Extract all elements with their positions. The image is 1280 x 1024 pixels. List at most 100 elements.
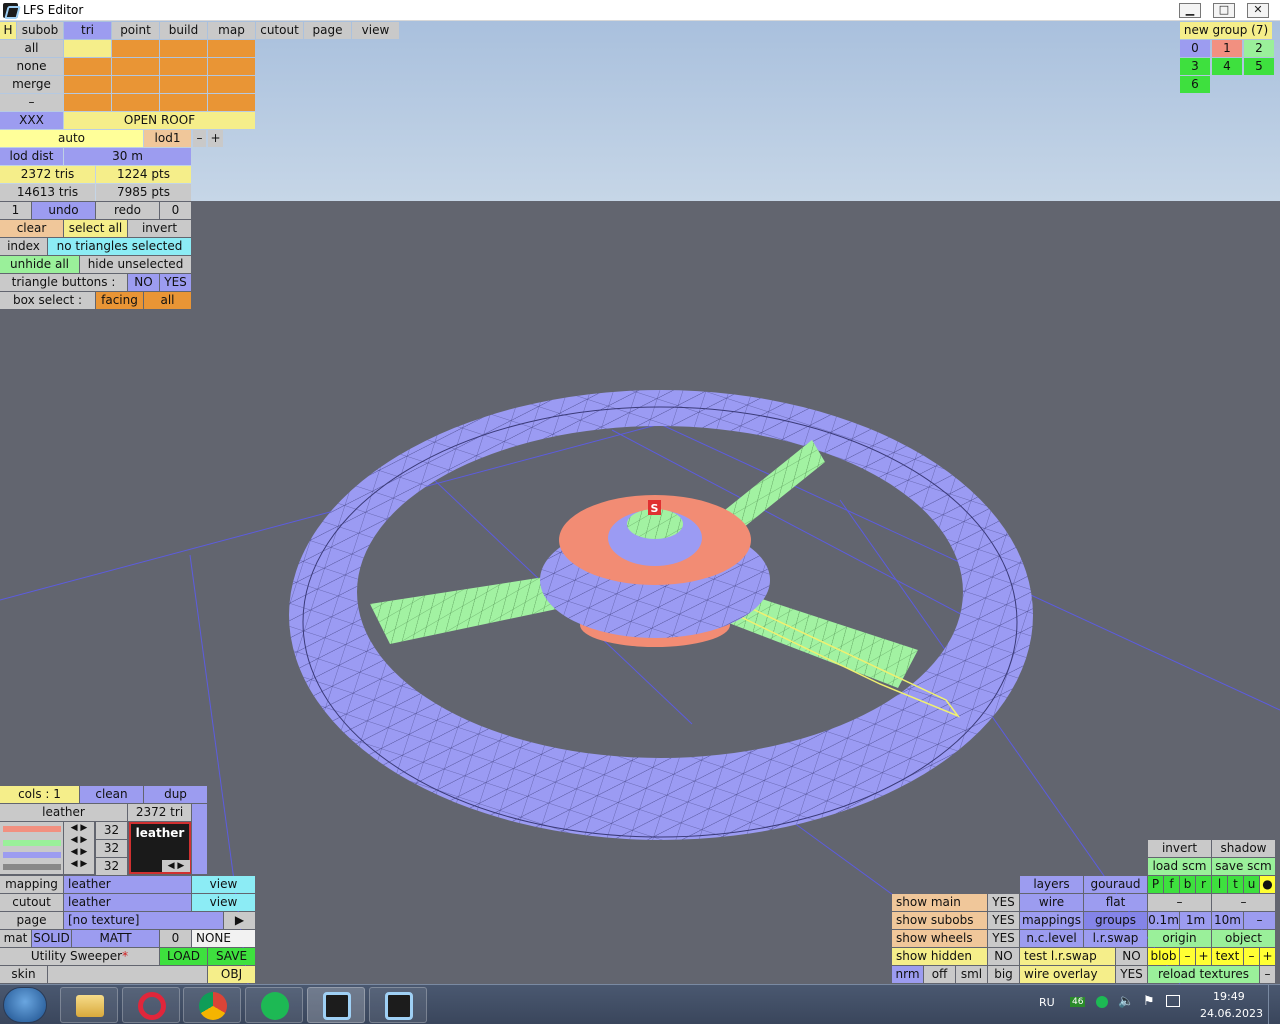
group-4[interactable]: 4 xyxy=(1212,58,1242,75)
lr-swap-button[interactable]: l.r.swap xyxy=(1084,930,1147,947)
shadow-button[interactable]: shadow xyxy=(1212,840,1275,857)
group-cell[interactable] xyxy=(112,94,159,111)
redo-button[interactable]: redo xyxy=(96,202,159,219)
group-5[interactable]: 5 xyxy=(1244,58,1274,75)
xxx-button[interactable]: XXX xyxy=(0,112,63,129)
group-0[interactable]: 0 xyxy=(1180,40,1210,57)
view-t-button[interactable]: t xyxy=(1228,876,1243,893)
clock-date[interactable]: 24.06.2023 xyxy=(1200,1007,1263,1020)
view-f-button[interactable]: f xyxy=(1164,876,1179,893)
clear-button[interactable]: clear xyxy=(0,220,63,237)
page-play-button[interactable]: ▶ xyxy=(224,912,255,929)
explorer-taskbar-icon[interactable] xyxy=(60,987,118,1023)
preview-arrows[interactable]: ◀ ▶ xyxy=(162,860,190,872)
blob-minus-button[interactable]: – xyxy=(1180,948,1195,965)
group-cell[interactable] xyxy=(64,76,111,93)
group-cell[interactable] xyxy=(160,58,207,75)
dup-button[interactable]: dup xyxy=(144,786,207,803)
save-button[interactable]: SAVE xyxy=(208,948,255,965)
mapping-value[interactable]: leather xyxy=(64,876,191,893)
volume-icon[interactable]: 🔈 xyxy=(1118,994,1134,1009)
origin-button[interactable]: origin xyxy=(1148,930,1211,947)
view-b-button[interactable]: b xyxy=(1180,876,1195,893)
show-main-toggle[interactable]: YES xyxy=(988,894,1019,911)
group-cell[interactable] xyxy=(112,76,159,93)
unhide-all-button[interactable]: unhide all xyxy=(0,256,79,273)
lfs-editor-taskbar-icon[interactable] xyxy=(369,987,427,1023)
slider-arrows[interactable]: ◀ ▶ ◀ ▶ ◀ ▶ ◀ ▶ xyxy=(64,822,94,874)
group-cell[interactable] xyxy=(64,94,111,111)
box-select-facing[interactable]: facing xyxy=(96,292,143,309)
matt-button[interactable]: MATT xyxy=(72,930,159,947)
object-button[interactable]: object xyxy=(1212,930,1275,947)
show-desktop-button[interactable] xyxy=(1268,985,1280,1024)
group-cell[interactable] xyxy=(208,40,255,57)
cutout-view-button[interactable]: view xyxy=(192,894,255,911)
select-all-row[interactable]: all xyxy=(0,40,63,57)
language-indicator[interactable]: RU xyxy=(1039,996,1055,1009)
spotify-tray-icon[interactable] xyxy=(1096,996,1108,1008)
text-minus-button[interactable]: – xyxy=(1244,948,1259,965)
save-scm-button[interactable]: save scm xyxy=(1212,858,1275,875)
lfs-taskbar-icon[interactable] xyxy=(307,987,365,1023)
group-cell[interactable] xyxy=(64,40,111,57)
mappings-button[interactable]: mappings xyxy=(1020,912,1083,929)
view-l-button[interactable]: l xyxy=(1212,876,1227,893)
load-button[interactable]: LOAD xyxy=(160,948,207,965)
invert-view-button[interactable]: invert xyxy=(1148,840,1211,857)
text-plus-button[interactable]: + xyxy=(1260,948,1275,965)
merge-row[interactable]: merge xyxy=(0,76,63,93)
invert-selection-button[interactable]: invert xyxy=(128,220,191,237)
blue-slider[interactable] xyxy=(3,852,61,858)
mapping-view-button[interactable]: view xyxy=(192,876,255,893)
cutout-value[interactable]: leather xyxy=(64,894,191,911)
spotify-taskbar-icon[interactable] xyxy=(245,987,303,1023)
sml-button[interactable]: sml xyxy=(956,966,987,983)
layers-button[interactable]: layers xyxy=(1020,876,1083,893)
show-wheels-toggle[interactable]: YES xyxy=(988,930,1019,947)
load-scm-button[interactable]: load scm xyxy=(1148,858,1211,875)
blob-button[interactable]: blob xyxy=(1148,948,1179,965)
auto-button[interactable]: auto xyxy=(0,130,143,147)
tab-cutout[interactable]: cutout xyxy=(256,22,303,39)
group-6[interactable]: 6 xyxy=(1180,76,1210,93)
group-cell[interactable] xyxy=(160,94,207,111)
tab-point[interactable]: point xyxy=(112,22,159,39)
group-cell[interactable] xyxy=(208,76,255,93)
gouraud-button[interactable]: gouraud xyxy=(1084,876,1147,893)
grid-10m-button[interactable]: 10m xyxy=(1212,912,1243,929)
tab-page[interactable]: page xyxy=(304,22,351,39)
view-u-button[interactable]: u xyxy=(1244,876,1259,893)
tab-h[interactable]: H xyxy=(0,22,16,39)
triangle-buttons-yes[interactable]: YES xyxy=(160,274,191,291)
group-cell[interactable] xyxy=(160,76,207,93)
view-dot-button[interactable]: ● xyxy=(1260,876,1275,893)
group-cell[interactable] xyxy=(208,94,255,111)
scrollbar[interactable] xyxy=(192,804,207,874)
clean-button[interactable]: clean xyxy=(80,786,143,803)
group-cell[interactable] xyxy=(208,58,255,75)
box-select-all[interactable]: all xyxy=(144,292,191,309)
groups-button[interactable]: groups xyxy=(1084,912,1147,929)
tray-badge[interactable]: 46 xyxy=(1070,997,1086,1007)
undo-button[interactable]: undo xyxy=(32,202,95,219)
flag-icon[interactable]: ⚑ xyxy=(1143,994,1155,1009)
tab-map[interactable]: map xyxy=(208,22,255,39)
dash-button[interactable]: – xyxy=(1212,894,1275,911)
group-cell[interactable] xyxy=(112,58,159,75)
reload-textures-button[interactable]: reload textures xyxy=(1148,966,1259,983)
show-subobs-toggle[interactable]: YES xyxy=(988,912,1019,929)
none-field[interactable]: NONE xyxy=(192,930,255,947)
alpha-slider[interactable] xyxy=(3,864,61,870)
tab-tri[interactable]: tri xyxy=(64,22,111,39)
dash-row[interactable]: – xyxy=(0,94,63,111)
wire-overlay-toggle[interactable]: YES xyxy=(1116,966,1147,983)
off-button[interactable]: off xyxy=(924,966,955,983)
tab-view[interactable]: view xyxy=(352,22,399,39)
group-3[interactable]: 3 xyxy=(1180,58,1210,75)
text-button[interactable]: text xyxy=(1212,948,1243,965)
material-name[interactable]: leather xyxy=(0,804,127,821)
lod-dist-value[interactable]: 30 m xyxy=(64,148,191,165)
obj-button[interactable]: OBJ xyxy=(208,966,255,983)
flat-button[interactable]: flat xyxy=(1084,894,1147,911)
